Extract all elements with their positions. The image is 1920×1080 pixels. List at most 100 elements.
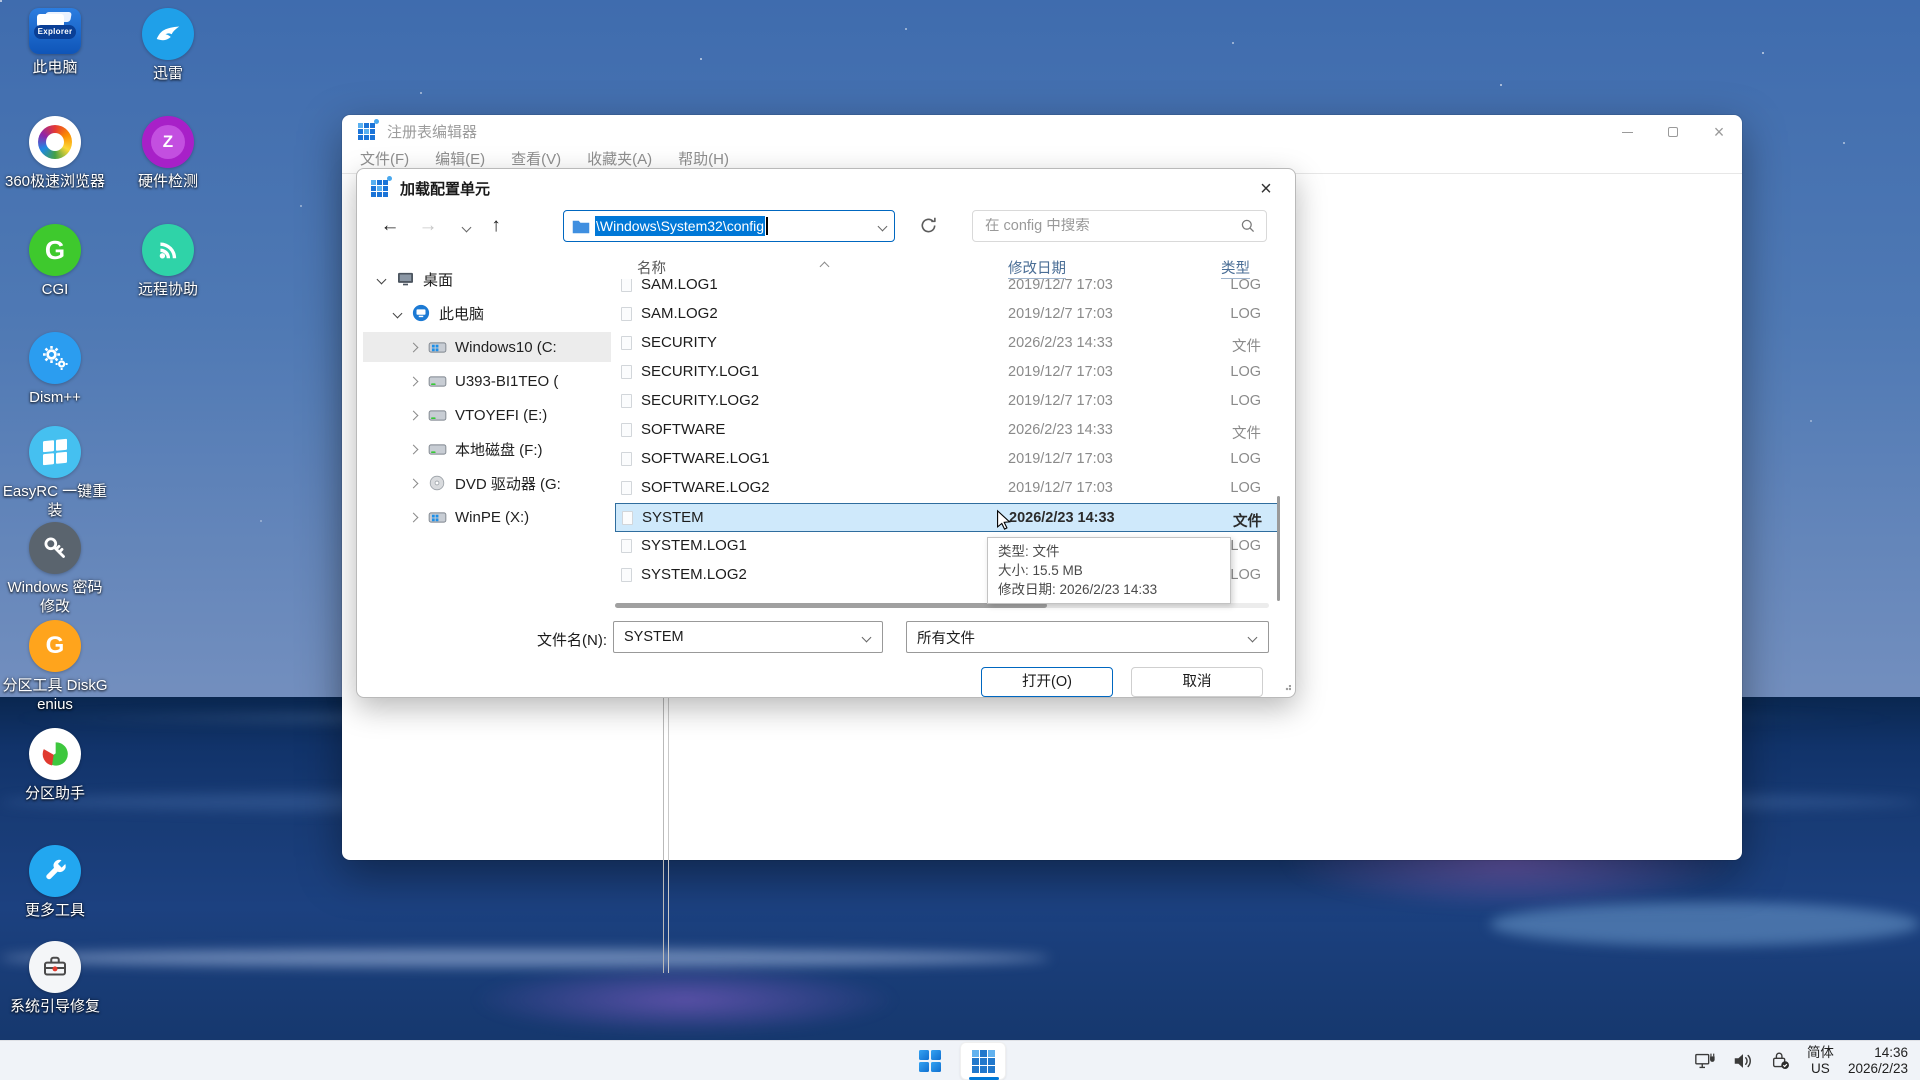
filetype-combobox[interactable]: 所有文件 bbox=[906, 621, 1269, 653]
desktop-icon-explorer[interactable]: Explorer此电脑 bbox=[0, 8, 110, 77]
file-icon bbox=[621, 452, 632, 466]
column-header-date[interactable]: 修改日期 bbox=[1008, 257, 1066, 279]
file-type: LOG bbox=[1181, 451, 1261, 467]
chevron-down-icon[interactable] bbox=[373, 276, 389, 283]
pane-splitter[interactable] bbox=[663, 698, 664, 973]
chevron-right-icon[interactable] bbox=[405, 514, 421, 521]
desktop-icon-label: 更多工具 bbox=[25, 901, 85, 920]
tree-item-U393-BI1TEO-[interactable]: U393-BI1TEO ( bbox=[363, 366, 611, 396]
dvd-icon bbox=[427, 474, 447, 492]
search-box[interactable] bbox=[972, 210, 1267, 242]
keyboard-layout: US bbox=[1807, 1061, 1834, 1077]
input-language-indicator[interactable]: 简体 US bbox=[1807, 1045, 1834, 1077]
chevron-right-icon[interactable] bbox=[405, 344, 421, 351]
tooltip-size: 大小: 15.5 MB bbox=[998, 561, 1220, 580]
thunder-icon bbox=[142, 8, 194, 60]
tree-item-label: VTOYEFI (E:) bbox=[455, 407, 547, 424]
back-icon[interactable]: ← bbox=[377, 211, 403, 241]
file-row-SOFTWARE[interactable]: SOFTWARE2026/2/23 14:33文件 bbox=[615, 416, 1279, 445]
minimize-button[interactable] bbox=[1604, 115, 1650, 149]
column-header-type[interactable]: 类型 bbox=[1221, 257, 1250, 279]
file-row-SECURITY[interactable]: SECURITY2026/2/23 14:33文件 bbox=[615, 329, 1279, 358]
clock-date: 2026/2/23 bbox=[1848, 1061, 1908, 1077]
file-icon bbox=[621, 539, 632, 553]
refresh-icon[interactable] bbox=[919, 216, 938, 240]
desktop-icon-label: Dism++ bbox=[29, 388, 81, 407]
filetype-dropdown-icon[interactable] bbox=[1248, 633, 1258, 643]
file-row-SAM.LOG2[interactable]: SAM.LOG22019/12/7 17:03LOG bbox=[615, 300, 1279, 329]
chevron-right-icon[interactable] bbox=[405, 412, 421, 419]
search-input[interactable] bbox=[973, 218, 1240, 234]
chevron-right-icon[interactable] bbox=[405, 480, 421, 487]
desktop-icon-moretools[interactable]: 更多工具 bbox=[0, 845, 110, 920]
tree-item-本地磁盘-F-[interactable]: 本地磁盘 (F:) bbox=[363, 434, 611, 464]
desktop-icon-label: 硬件检测 bbox=[138, 172, 198, 191]
open-button[interactable]: 打开(O) bbox=[981, 667, 1113, 697]
chevron-right-icon[interactable] bbox=[405, 378, 421, 385]
desktop-icon-remote[interactable]: 远程协助 bbox=[113, 224, 223, 299]
desktop-root: Explorer此电脑迅雷360极速浏览器Z硬件检测GCGI 远程协助 Dism++… bbox=[0, 0, 1920, 1080]
volume-icon[interactable] bbox=[1731, 1049, 1755, 1073]
maximize-button[interactable] bbox=[1650, 115, 1696, 149]
desktop-icon-bootfix[interactable]: 系统引导修复 bbox=[0, 941, 110, 1016]
up-icon[interactable]: ↑ bbox=[483, 211, 509, 241]
desktop-icon-dism[interactable]: Dism++ bbox=[0, 332, 110, 407]
horizontal-scrollbar-thumb[interactable] bbox=[615, 603, 1047, 608]
tree-item-DVD-驱动器-G-[interactable]: DVD 驱动器 (G: bbox=[363, 468, 611, 498]
file-row-SYSTEM[interactable]: SYSTEM2026/2/23 14:33文件 bbox=[615, 503, 1279, 532]
address-bar[interactable]: \Windows\System32\config bbox=[563, 210, 895, 242]
file-date: 2019/12/7 17:03 bbox=[1008, 306, 1113, 322]
forward-icon[interactable]: → bbox=[415, 211, 441, 241]
file-type: 文件 bbox=[1181, 422, 1261, 443]
desktop-icon-winpass[interactable]: Windows 密码修改 bbox=[0, 522, 110, 616]
history-chevron-icon[interactable] bbox=[453, 211, 479, 241]
cancel-button[interactable]: 取消 bbox=[1131, 667, 1263, 697]
file-row-SOFTWARE.LOG1[interactable]: SOFTWARE.LOG12019/12/7 17:03LOG bbox=[615, 445, 1279, 474]
chevron-right-icon[interactable] bbox=[405, 446, 421, 453]
security-icon[interactable] bbox=[1769, 1049, 1793, 1073]
desktop-icon-easyrc[interactable]: EasyRC 一键重装 bbox=[0, 426, 110, 520]
cgi-icon: G bbox=[29, 224, 81, 276]
file-date: 2019/12/7 17:03 bbox=[1008, 451, 1113, 467]
registry-titlebar[interactable]: 注册表编辑器 × bbox=[342, 115, 1742, 147]
moretools-icon bbox=[29, 845, 81, 897]
partassist-icon bbox=[29, 728, 81, 780]
taskbar-app-regedit[interactable] bbox=[960, 1042, 1006, 1080]
network-icon[interactable] bbox=[1693, 1049, 1717, 1073]
desktop-icon-label: 远程协助 bbox=[138, 280, 198, 299]
filename-combobox[interactable]: SYSTEM bbox=[613, 621, 883, 653]
close-button[interactable]: × bbox=[1696, 115, 1742, 149]
tree-item-桌面[interactable]: 桌面 bbox=[363, 264, 611, 294]
file-row-SAM.LOG1[interactable]: SAM.LOG12019/12/7 17:03LOG bbox=[615, 279, 1279, 300]
tree-item-Windows10-C-[interactable]: Windows10 (C: bbox=[363, 332, 611, 362]
desktop-icon-thunder[interactable]: 迅雷 bbox=[113, 8, 223, 83]
file-date: 2019/12/7 17:03 bbox=[1008, 364, 1113, 380]
desktop-icon-browser360[interactable]: 360极速浏览器 bbox=[0, 116, 110, 191]
resize-grip[interactable] bbox=[1283, 685, 1291, 693]
tree-item-此电脑[interactable]: 此电脑 bbox=[363, 298, 611, 328]
address-dropdown-icon[interactable] bbox=[878, 221, 888, 231]
file-date: 2019/12/7 17:03 bbox=[1008, 279, 1113, 293]
file-tooltip: 类型: 文件 大小: 15.5 MB 修改日期: 2026/2/23 14:33 bbox=[987, 537, 1231, 604]
desktop-icon-diskgenius[interactable]: G分区工具 DiskGenius bbox=[0, 620, 110, 714]
start-button[interactable] bbox=[908, 1041, 952, 1080]
tree-item-VTOYEFI-E-[interactable]: VTOYEFI (E:) bbox=[363, 400, 611, 430]
window-title: 注册表编辑器 bbox=[387, 121, 477, 142]
file-row-SECURITY.LOG2[interactable]: SECURITY.LOG22019/12/7 17:03LOG bbox=[615, 387, 1279, 416]
desktop-icon-cgi[interactable]: GCGI bbox=[0, 224, 110, 299]
desktop-icon-hardware[interactable]: Z硬件检测 bbox=[113, 116, 223, 191]
language-name: 简体 bbox=[1807, 1045, 1834, 1061]
tree-item-label: U393-BI1TEO ( bbox=[455, 373, 558, 390]
vertical-scrollbar[interactable] bbox=[1277, 496, 1280, 601]
filename-dropdown-icon[interactable] bbox=[862, 633, 872, 643]
file-row-SECURITY.LOG1[interactable]: SECURITY.LOG12019/12/7 17:03LOG bbox=[615, 358, 1279, 387]
taskbar-clock[interactable]: 14:36 2026/2/23 bbox=[1848, 1045, 1908, 1077]
chevron-down-icon[interactable] bbox=[389, 310, 405, 317]
tree-item-WinPE-X-[interactable]: WinPE (X:) bbox=[363, 502, 611, 532]
dialog-close-icon[interactable]: × bbox=[1251, 175, 1281, 203]
desktop-icon-partassist[interactable]: 分区助手 bbox=[0, 728, 110, 803]
file-row-SOFTWARE.LOG2[interactable]: SOFTWARE.LOG22019/12/7 17:03LOG bbox=[615, 474, 1279, 503]
column-header-name[interactable]: 名称 bbox=[637, 257, 666, 278]
dialog-titlebar[interactable]: 加载配置单元 bbox=[357, 169, 1295, 207]
file-icon bbox=[621, 279, 632, 292]
